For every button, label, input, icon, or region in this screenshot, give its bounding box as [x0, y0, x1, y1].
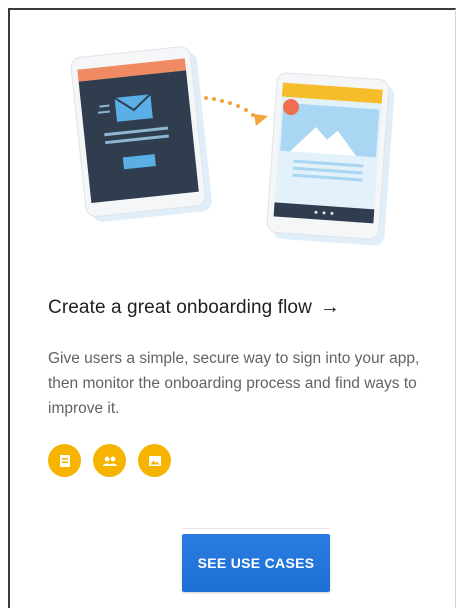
dotted-arrow-illustration [204, 96, 268, 126]
left-phone-illustration [70, 46, 212, 222]
card-description: Give users a simple, secure way to sign … [48, 350, 420, 417]
auth-product-icon[interactable] [48, 444, 81, 477]
media-product-icon[interactable] [138, 444, 171, 477]
card-title-link[interactable]: Create a great onboarding flow → [48, 296, 340, 319]
arrow-right-icon: → [319, 296, 340, 318]
product-icons-row [48, 444, 171, 477]
onboarding-card: Create a great onboarding flow → Give us… [8, 8, 456, 608]
users-product-icon[interactable] [93, 444, 126, 477]
right-phone-illustration [266, 72, 395, 246]
card-title: Create a great onboarding flow [48, 296, 312, 318]
button-divider [182, 528, 330, 529]
see-use-cases-button[interactable]: SEE USE CASES [182, 534, 330, 592]
onboarding-illustration [70, 46, 395, 246]
